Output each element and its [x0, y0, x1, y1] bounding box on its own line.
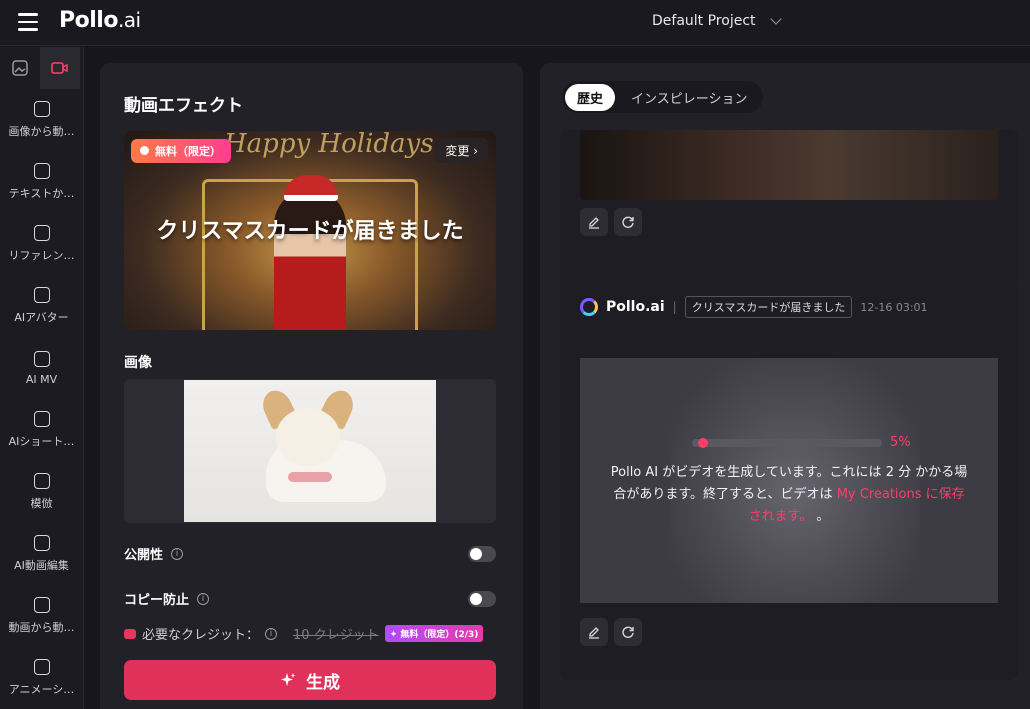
chevron-down-icon: [769, 12, 782, 25]
sidebar-item-1[interactable]: テキストか…: [0, 151, 83, 213]
sidebar-item-label: 画像から動…: [8, 125, 75, 138]
coin-icon: [124, 628, 136, 639]
sidebar-item-label: AI動画編集: [14, 559, 69, 572]
info-icon[interactable]: i: [197, 592, 210, 605]
history-card-current: Pollo.ai | クリスマスカードが届きました 12-16 03:01 5%…: [560, 276, 1018, 680]
public-row: 公開性 i: [124, 544, 496, 563]
sidebar-item-label: AI MV: [25, 372, 58, 386]
image-label: 画像: [124, 355, 152, 371]
credits-row: 必要なクレジット： i 10 クレジット ✦ 無料（限定）(2/3): [124, 624, 484, 643]
progress-percent: 5%: [890, 435, 911, 450]
regenerate-button[interactable]: [614, 208, 642, 236]
sidebar-item-5[interactable]: AIショート…: [0, 399, 83, 461]
credits-label: 必要なクレジット：: [142, 628, 260, 643]
pollo-logo-icon: [580, 298, 598, 316]
avatar-icon: [33, 287, 50, 303]
sidebar-item-label: テキストか…: [8, 187, 75, 200]
public-toggle[interactable]: [468, 545, 496, 562]
video-mode-tab[interactable]: [40, 47, 80, 89]
generate-button[interactable]: 生成: [124, 660, 496, 700]
project-selector[interactable]: Default Project: [652, 12, 782, 29]
edit-button[interactable]: [580, 208, 608, 236]
refresh-icon: [622, 626, 634, 638]
regenerate-button[interactable]: [614, 618, 642, 646]
sidebar-item-label: アニメーシ…: [8, 683, 75, 696]
menu-icon[interactable]: [18, 13, 38, 31]
sidebar-item-label: リファレン…: [8, 249, 75, 262]
image-upload[interactable]: [124, 379, 496, 523]
imitate-icon: [33, 473, 50, 489]
refresh-icon: [622, 216, 634, 228]
separator: |: [672, 300, 677, 314]
sidebar-item-9[interactable]: アニメーシ…: [0, 647, 83, 709]
sparkle-icon: [281, 673, 296, 686]
video-to-video-icon: [33, 597, 50, 613]
top-bar: Pollo.ai Default Project: [0, 0, 1030, 46]
history-tabs: 歴史 インスピレーション: [562, 81, 763, 113]
banner-figure: [274, 189, 346, 330]
effect-banner[interactable]: Happy Holidays 無料（限定） 変更 › クリスマスカードが届きまし…: [124, 131, 496, 330]
progress-bar: [692, 438, 882, 448]
sidebar-item-label: AIショート…: [8, 435, 75, 448]
generation-message: Pollo AI がビデオを生成しています。これには 2 分 かかる場合がありま…: [610, 465, 968, 524]
image-mode-tab[interactable]: [0, 47, 40, 89]
sidebar: 画像から動… テキストか… リファレン… AIアバター AI MV AIショート… 模倣 AI…: [0, 47, 84, 709]
video-edit-icon: [33, 535, 50, 551]
animation-icon: [33, 659, 50, 675]
sidebar-item-label: AIアバター: [14, 311, 69, 324]
banner-script: Happy Holidays: [224, 131, 434, 159]
sidebar-item-label: 動画から動…: [8, 621, 75, 634]
copy-protect-toggle[interactable]: [468, 590, 496, 607]
info-icon[interactable]: i: [171, 547, 184, 560]
card-header: Pollo.ai | クリスマスカードが届きました 12-16 03:01: [580, 296, 928, 318]
mv-icon: [33, 350, 50, 367]
edit-icon: [589, 217, 599, 229]
sidebar-item-8[interactable]: 動画から動…: [0, 585, 83, 647]
logo[interactable]: Pollo.ai: [59, 8, 141, 33]
info-icon[interactable]: i: [265, 627, 278, 640]
sidebar-item-0[interactable]: 画像から動…: [0, 89, 83, 151]
tab-history[interactable]: 歴史: [565, 83, 616, 111]
change-effect-button[interactable]: 変更 ›: [435, 138, 488, 163]
sidebar-item-4[interactable]: AI MV: [0, 337, 83, 399]
copy-protect-row: コピー防止 i: [124, 589, 496, 608]
effect-tag: クリスマスカードが届きました: [684, 296, 853, 318]
free-badge: 無料（限定）: [131, 139, 231, 163]
sidebar-item-2[interactable]: リファレン…: [0, 213, 83, 275]
generation-preview: 5% Pollo AI がビデオを生成しています。これには 2 分 かかる場合が…: [580, 358, 998, 603]
credits-original: 10 クレジット: [293, 628, 379, 643]
video-icon: [51, 62, 68, 74]
effect-panel: 動画エフェクト Happy Holidays 無料（限定） 変更 › クリスマス…: [100, 63, 523, 709]
text-to-video-icon: [33, 163, 50, 179]
sidebar-item-label: 模倣: [30, 497, 53, 510]
sidebar-item-6[interactable]: 模倣: [0, 461, 83, 523]
image-to-video-icon: [33, 101, 50, 117]
public-label: 公開性: [124, 548, 164, 563]
edit-icon: [589, 627, 599, 639]
project-name: Default Project: [652, 13, 756, 29]
generate-label: 生成: [306, 672, 340, 693]
copy-protect-label: コピー防止: [124, 593, 190, 608]
brand-name: Pollo.ai: [606, 299, 665, 315]
uploaded-image: [184, 380, 436, 522]
image-icon: [12, 60, 28, 76]
tab-inspiration[interactable]: インスピレーション: [619, 84, 759, 111]
short-video-icon: [33, 411, 50, 427]
sidebar-item-7[interactable]: AI動画編集: [0, 523, 83, 585]
panel-title: 動画エフェクト: [124, 96, 243, 116]
timestamp: 12-16 03:01: [860, 300, 928, 314]
sidebar-item-3[interactable]: AIアバター: [0, 275, 83, 337]
history-panel: 歴史 インスピレーション Pollo.ai | クリスマスカードが届きました 1…: [540, 63, 1030, 709]
banner-title: クリスマスカードが届きました: [156, 219, 464, 244]
progress-indicator: [697, 438, 708, 448]
previous-video-thumbnail[interactable]: [580, 130, 998, 200]
credits-free-badge: ✦ 無料（限定）(2/3): [384, 625, 484, 642]
reference-icon: [33, 225, 50, 241]
edit-button[interactable]: [580, 618, 608, 646]
